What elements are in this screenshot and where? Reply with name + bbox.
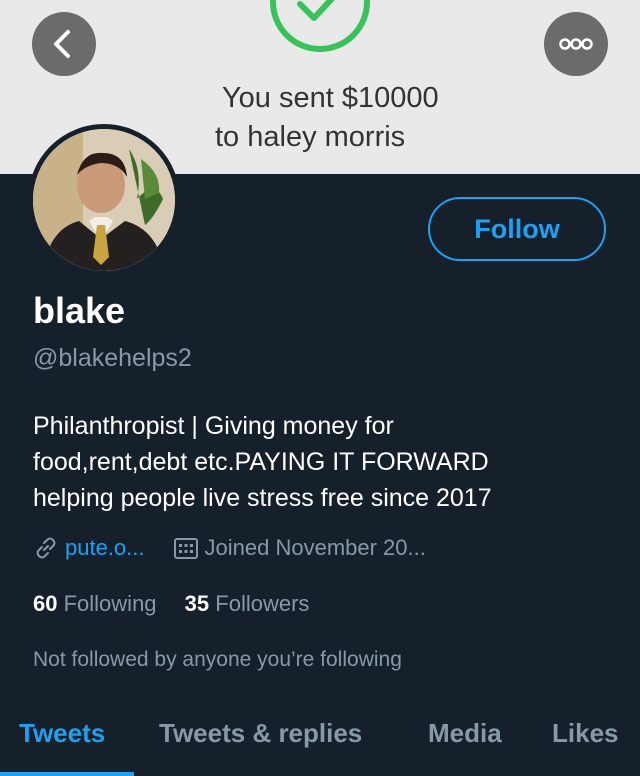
- chevron-left-icon: [54, 30, 70, 58]
- more-options-button[interactable]: [544, 12, 608, 76]
- followers-label: Followers: [215, 591, 310, 616]
- followers-count: 35: [184, 591, 210, 616]
- more-dots-icon: [559, 38, 593, 50]
- back-button[interactable]: [32, 12, 96, 76]
- profile-bio: Philanthropist | Giving money for food,r…: [33, 408, 623, 516]
- profile-website-link[interactable]: pute.o...: [65, 535, 145, 561]
- bio-line: Philanthropist | Giving money for: [33, 412, 394, 440]
- active-tab-indicator: [0, 772, 134, 776]
- tab-tweets-and-replies[interactable]: Tweets & replies: [159, 718, 362, 749]
- checkmark-icon: [270, 0, 370, 52]
- profile-joined-date: Joined November 20...: [204, 535, 426, 560]
- tab-media[interactable]: Media: [428, 718, 502, 749]
- not-followed-notice: Not followed by anyone you’re following: [33, 648, 402, 671]
- profile-tabs: Tweets Tweets & replies Media Likes: [0, 700, 640, 776]
- following-count: 60: [33, 591, 58, 616]
- tab-tweets[interactable]: Tweets: [19, 718, 105, 749]
- tab-likes[interactable]: Likes: [552, 718, 619, 749]
- banner-text-recipient: to haley morris: [215, 121, 406, 153]
- link-icon: [36, 537, 56, 559]
- profile-meta: pute.o... Joined November 20...: [33, 533, 426, 563]
- follow-button[interactable]: Follow: [428, 197, 606, 261]
- bio-line: food,rent,debt etc.PAYING IT FORWARD: [33, 448, 489, 476]
- profile-photo: [33, 129, 175, 271]
- calendar-icon: [173, 538, 198, 559]
- profile-handle: @blakehelps2: [33, 344, 192, 372]
- followers-count-link[interactable]: 35 Followers: [185, 591, 310, 616]
- profile-name: blake: [33, 290, 126, 331]
- banner-text-amount: You sent $10000: [222, 82, 439, 114]
- profile-counts: 60 Following 35 Followers: [33, 591, 331, 617]
- following-label: Following: [63, 591, 157, 616]
- bio-line: helping people live stress free since 20…: [33, 484, 492, 512]
- avatar[interactable]: [28, 124, 180, 276]
- following-count-link[interactable]: 60 Following: [33, 591, 157, 616]
